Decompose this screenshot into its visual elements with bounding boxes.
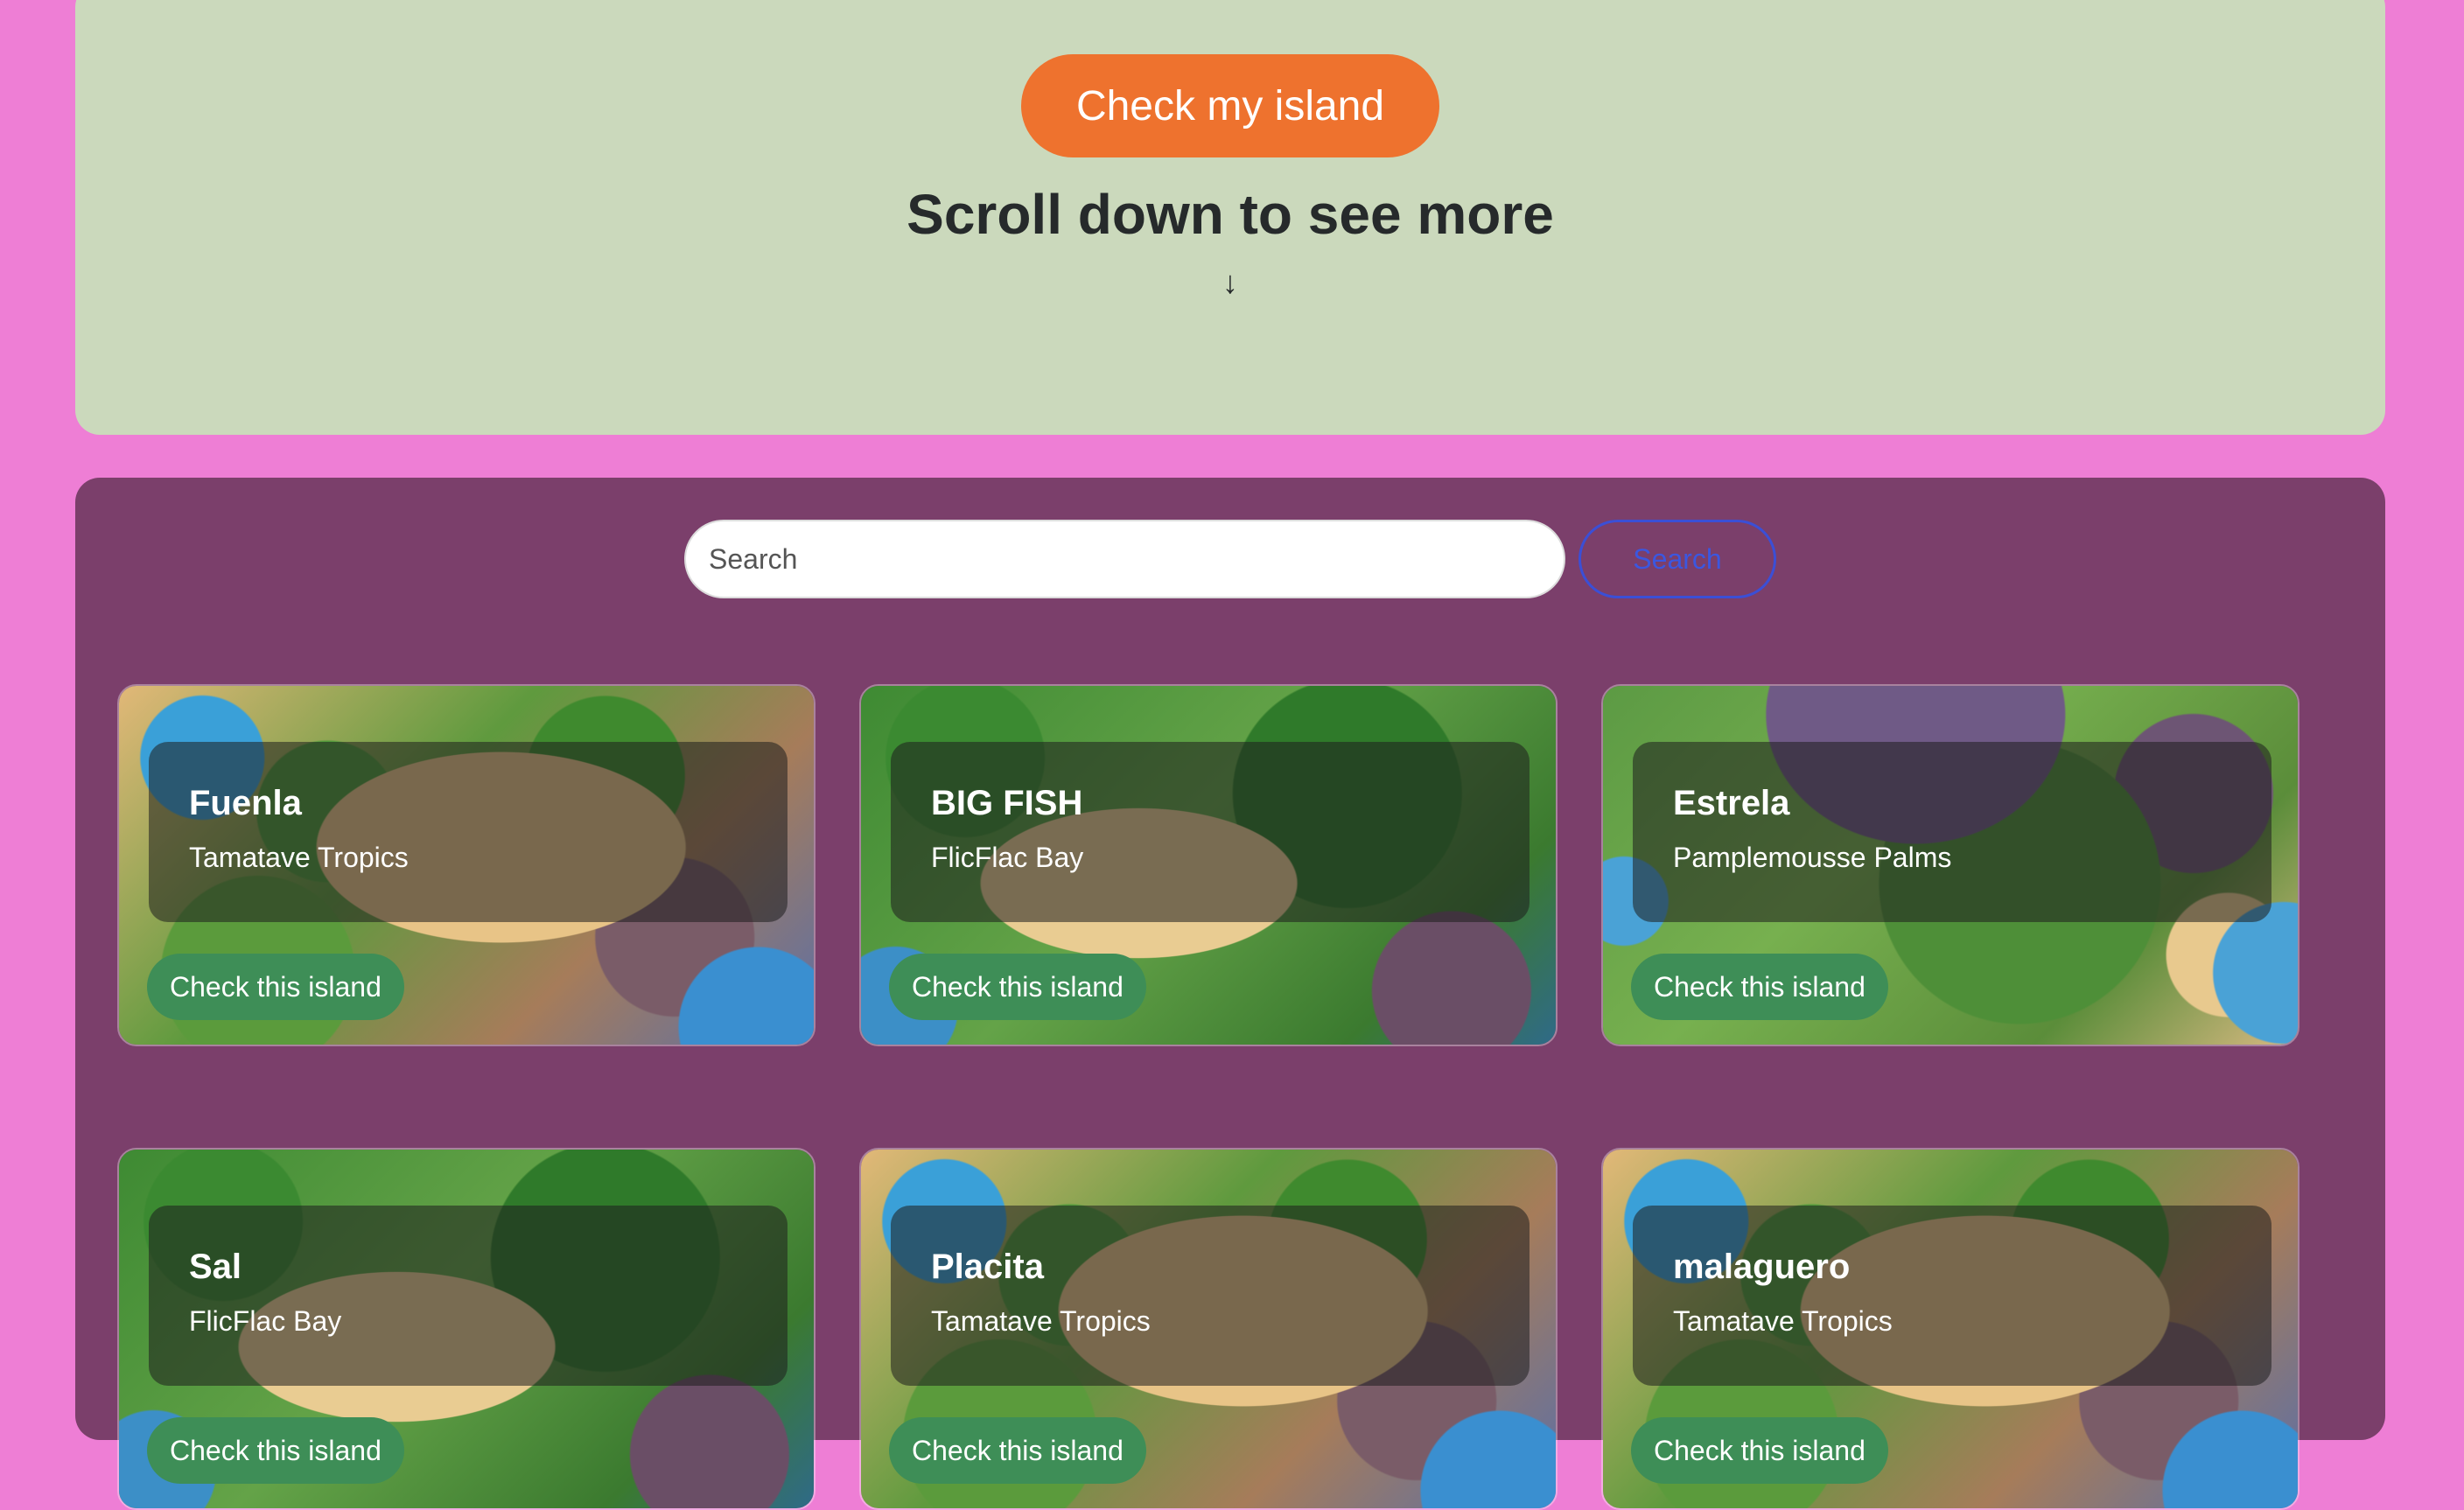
card-info-overlay [1633,1206,2272,1386]
island-name: Fuenla [189,784,302,822]
island-region: Tamatave Tropics [189,842,409,873]
island-card: Placita Tamatave Tropics Check this isla… [859,1148,1558,1510]
check-this-island-button[interactable]: Check this island [889,954,1146,1020]
island-name: Sal [189,1248,242,1286]
island-region: FlicFlac Bay [189,1305,342,1337]
scroll-hint-title: Scroll down to see more [906,183,1554,246]
island-name: BIG FISH [931,784,1083,822]
islands-panel: Search Fuenla Tamatave Tropics Check thi… [75,478,2385,1510]
island-card: Estrela Pamplemousse Palms Check this is… [1601,684,2300,1046]
island-name: Estrela [1673,784,1790,822]
card-info-overlay [1633,742,2272,922]
island-region: Pamplemousse Palms [1673,842,1952,873]
check-this-island-button[interactable]: Check this island [147,1417,404,1484]
island-card: BIG FISH FlicFlac Bay Check this island [859,684,1558,1046]
arrow-down-icon: ↓ [1222,264,1238,300]
card-info-overlay [891,742,1530,922]
check-my-island-button[interactable]: Check my island [1021,54,1439,157]
island-region: Tamatave Tropics [1673,1305,1893,1337]
island-name: Placita [931,1248,1044,1286]
card-info-overlay [149,742,788,922]
island-card: Sal FlicFlac Bay Check this island [117,1148,816,1510]
island-card: Fuenla Tamatave Tropics Check this islan… [117,684,816,1046]
search-input[interactable] [684,520,1565,598]
check-this-island-button[interactable]: Check this island [1631,1417,1888,1484]
check-this-island-button[interactable]: Check this island [147,954,404,1020]
island-region: FlicFlac Bay [931,842,1084,873]
island-region: Tamatave Tropics [931,1305,1151,1337]
island-name: malaguero [1673,1248,1851,1286]
card-info-overlay [891,1206,1530,1386]
check-this-island-button[interactable]: Check this island [1631,954,1888,1020]
island-card: malaguero Tamatave Tropics Check this is… [1601,1148,2300,1510]
check-this-island-button[interactable]: Check this island [889,1417,1146,1484]
search-button[interactable]: Search [1578,520,1776,598]
hero-section: Check my island Scroll down to see more … [75,0,2385,435]
card-info-overlay [149,1206,788,1386]
